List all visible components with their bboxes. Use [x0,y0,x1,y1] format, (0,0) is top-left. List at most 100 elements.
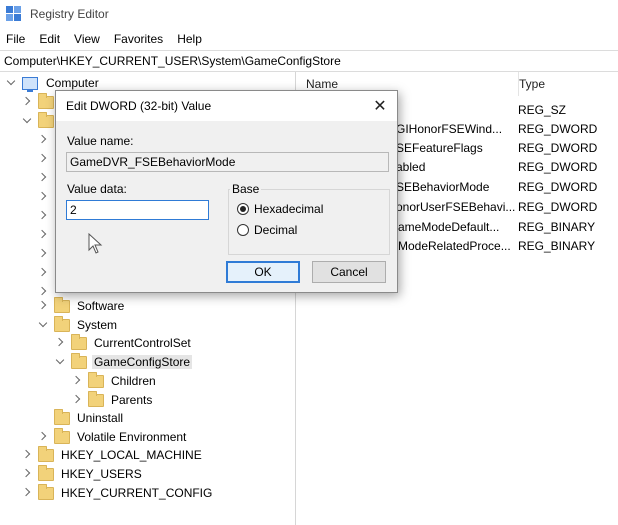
column-header-type[interactable]: Type [518,72,545,96]
window-title: Registry Editor [30,7,109,21]
chevron-right-icon[interactable] [72,395,82,405]
list-item-name[interactable]: ameModeDefault... [398,217,499,236]
value-name-field: GameDVR_FSEBehaviorMode [66,152,389,172]
list-item-type[interactable]: REG_BINARY [518,236,595,255]
tree-item-system[interactable]: System [38,315,119,334]
list-item-name[interactable]: SEBehaviorMode [396,177,489,196]
tree-expander-7[interactable] [38,245,54,263]
list-item-name[interactable]: SEFeatureFlags [396,138,483,157]
list-item-type[interactable]: REG_DWORD [518,119,597,138]
chevron-down-icon[interactable] [6,78,16,88]
radio-hexadecimal[interactable]: Hexadecimal [237,202,323,216]
chevron-right-icon[interactable] [22,450,32,460]
chevron-right-icon[interactable] [38,135,48,145]
value-name-label: Value name: [67,134,134,148]
list-item-type[interactable]: REG_DWORD [518,138,597,157]
radio-decimal[interactable]: Decimal [237,223,297,237]
list-item-type[interactable]: REG_DWORD [518,197,597,216]
chevron-right-icon[interactable] [38,230,48,240]
chevron-down-icon[interactable] [55,357,65,367]
folder-icon [71,333,87,350]
tree-expander-2[interactable] [38,150,54,168]
edit-dword-dialog: Edit DWORD (32-bit) Value ✕ Value name: … [55,90,398,293]
folder-icon [88,371,104,388]
chevron-right-icon[interactable] [22,97,32,107]
list-item-name[interactable]: ModeRelatedProce... [398,236,511,255]
title-bar: Registry Editor [0,0,618,28]
chevron-right-icon[interactable] [72,376,82,386]
mouse-cursor-icon [88,233,103,254]
tree-item-software[interactable]: Software [38,296,126,315]
menu-edit[interactable]: Edit [39,32,60,46]
folder-icon [54,315,70,332]
base-groupbox [228,189,390,255]
chevron-right-icon[interactable] [38,268,48,278]
value-data-field[interactable] [66,200,209,220]
tree-item-hkcc[interactable]: HKEY_CURRENT_CONFIG [22,483,214,502]
menu-favorites[interactable]: Favorites [114,32,163,46]
dialog-title: Edit DWORD (32-bit) Value [66,99,212,113]
chevron-right-icon[interactable] [38,211,48,221]
tree-expander-1[interactable] [38,131,54,149]
tree-expander-8[interactable] [38,264,54,282]
dialog-title-bar[interactable]: Edit DWORD (32-bit) Value ✕ [56,91,397,121]
computer-icon [22,76,38,92]
address-path: Computer\HKEY_CURRENT_USER\System\GameCo… [4,54,341,68]
tree-expander-5[interactable] [38,207,54,225]
chevron-right-icon[interactable] [38,154,48,164]
base-label: Base [230,182,262,196]
tree-item-volatile-environment[interactable]: Volatile Environment [38,427,188,446]
menu-help[interactable]: Help [177,32,202,46]
radio-checked-icon[interactable] [237,203,249,215]
tree-item-children[interactable]: Children [72,371,158,390]
tree-expander-4[interactable] [38,188,54,206]
chevron-right-icon[interactable] [38,287,48,297]
chevron-down-icon[interactable] [22,116,32,126]
chevron-right-icon[interactable] [22,488,32,498]
value-data-label: Value data: [67,182,127,196]
tree-item-parents[interactable]: Parents [72,390,154,409]
menu-view[interactable]: View [74,32,100,46]
folder-icon [71,352,87,369]
folder-icon [54,296,70,313]
menu-file[interactable]: File [6,32,25,46]
chevron-right-icon[interactable] [38,249,48,259]
close-icon[interactable]: ✕ [369,95,391,117]
folder-icon [54,408,70,425]
tree-item-hidden-1[interactable] [22,92,59,111]
folder-icon [38,445,54,462]
tree-item-game-config-store[interactable]: GameConfigStore [55,352,193,371]
registry-editor-icon [6,6,22,22]
list-item-type[interactable]: REG_SZ [518,100,566,119]
tree-item-uninstall[interactable]: Uninstall [54,408,125,427]
list-item-type[interactable]: REG_DWORD [518,177,597,196]
cancel-button[interactable]: Cancel [312,261,386,283]
tree-item-hklm[interactable]: HKEY_LOCAL_MACHINE [22,445,204,464]
chevron-right-icon[interactable] [22,469,32,479]
tree-item-hku[interactable]: HKEY_USERS [22,464,144,483]
tree-item-hidden-2[interactable] [22,111,59,130]
chevron-right-icon[interactable] [55,338,65,348]
folder-icon [38,92,54,109]
chevron-right-icon[interactable] [38,173,48,183]
folder-icon [88,390,104,407]
tree-expander-3[interactable] [38,169,54,187]
list-item-name[interactable]: onorUserFSEBehavi... [396,197,515,216]
chevron-right-icon[interactable] [38,432,48,442]
chevron-down-icon[interactable] [38,320,48,330]
folder-icon [38,111,54,128]
list-item-type[interactable]: REG_DWORD [518,157,597,176]
folder-icon [54,427,70,444]
chevron-right-icon[interactable] [38,301,48,311]
value-data-input[interactable] [70,203,208,217]
address-bar[interactable]: Computer\HKEY_CURRENT_USER\System\GameCo… [0,50,618,72]
tree-item-current-control-set[interactable]: CurrentControlSet [55,333,193,352]
list-item-name[interactable]: abled [396,157,425,176]
ok-button[interactable]: OK [226,261,300,283]
list-item-name[interactable]: GIHonorFSEWind... [396,119,502,138]
folder-icon [38,483,54,500]
tree-expander-6[interactable] [38,226,54,244]
radio-unchecked-icon[interactable] [237,224,249,236]
chevron-right-icon[interactable] [38,192,48,202]
list-item-type[interactable]: REG_BINARY [518,217,595,236]
